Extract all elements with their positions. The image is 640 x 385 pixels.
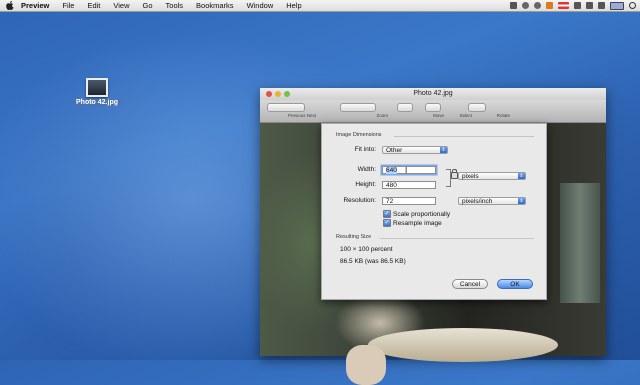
zoom-toolbar-button[interactable]: Zoom [338,103,388,118]
menu-bar: Preview File Edit View Go Tools Bookmark… [0,0,640,12]
move-toolbar-button[interactable]: Move [394,103,444,118]
width-field[interactable]: 640 [382,166,436,174]
previous-next-button[interactable]: Previous Next [266,103,316,118]
result-file-size: 86.5 KB (was 86.5 KB) [340,258,406,265]
toolbar-label-next: Next [306,113,316,118]
height-value: 480 [386,182,397,189]
menu-preview[interactable]: Preview [21,1,49,10]
popup-arrows-icon: ⇕ [518,198,525,204]
cancel-button[interactable]: Cancel [452,279,488,289]
divider [394,136,534,137]
bluetooth-icon[interactable] [574,2,581,9]
time-machine-icon[interactable] [522,2,529,9]
window-toolbar: Previous Next Zoom Move Select Rotate [260,100,606,123]
checkmark-icon: ✓ [383,210,391,218]
fit-into-value: Other [386,147,403,154]
menu-edit[interactable]: Edit [87,1,100,10]
window-title: Photo 42.jpg [413,90,453,97]
menu-file[interactable]: File [62,1,74,10]
fit-into-popup[interactable]: Other ⇕ [382,146,448,154]
volume-icon[interactable] [598,2,605,9]
resolution-value: 72 [386,198,394,205]
toolbar-label-rotate: Rotate [496,113,510,118]
app-status-icon[interactable] [546,2,553,9]
desktop-file-icon[interactable]: Photo 42.jpg [66,78,128,106]
size-unit-value: pixels [462,173,479,180]
menu-view[interactable]: View [113,1,129,10]
checkmark-icon: ✓ [383,219,391,227]
width-label: Width: [357,166,376,173]
photo-detail-hand [346,345,386,385]
scale-proportionally-label: Scale proportionally [393,210,451,218]
height-label: Height: [355,181,376,188]
spotlight-icon[interactable] [629,2,636,9]
menu-extras [510,1,636,10]
wifi-icon[interactable] [586,2,593,9]
scale-proportionally-checkbox[interactable]: ✓ Scale proportionally [383,210,450,218]
result-percent: 100 × 100 percent [340,246,393,253]
width-value: 640 [386,167,397,174]
menu-help[interactable]: Help [286,1,301,10]
resample-image-checkbox[interactable]: ✓ Resample image [383,219,442,227]
resolution-field[interactable]: 72 [382,197,436,205]
lock-icon[interactable] [451,169,458,179]
sync-icon[interactable] [534,2,541,9]
divider [380,238,534,239]
screen-icon[interactable] [510,2,517,9]
rotate-toolbar-button[interactable]: Rotate [460,103,510,118]
photo-detail-plate [368,328,558,362]
popup-arrows-icon: ⇕ [518,173,525,179]
resolution-label: Resolution: [343,197,376,204]
menu-bookmarks[interactable]: Bookmarks [196,1,234,10]
resolution-unit-popup[interactable]: pixels/inch ⇕ [458,197,526,205]
image-dimensions-title: Image Dimensions [336,132,382,138]
menu-window[interactable]: Window [247,1,274,10]
input-source-icon[interactable] [558,2,569,9]
height-field[interactable]: 480 [382,181,436,189]
toolbar-label-previous: Previous [287,113,306,118]
menu-tools[interactable]: Tools [166,1,184,10]
adjust-size-sheet: Image Dimensions Fit into: Other ⇕ Width… [321,123,547,300]
menu-go[interactable]: Go [143,1,153,10]
photo-detail-rail [560,183,600,303]
resulting-size-title: Resulting Size [336,234,372,240]
toolbar-label-zoom: Zoom [376,113,388,118]
image-file-icon [86,78,108,97]
text-cursor-icon: I [405,166,408,175]
popup-arrows-icon: ⇕ [440,147,447,153]
fit-into-label: Fit into: [354,146,376,153]
resolution-unit-value: pixels/inch [462,198,493,205]
resample-image-label: Resample image [393,219,442,227]
select-toolbar-button[interactable]: Select [422,103,472,118]
apple-menu-icon[interactable] [5,1,15,10]
battery-icon[interactable] [610,1,624,10]
size-unit-popup[interactable]: pixels ⇕ [458,172,526,180]
ok-button[interactable]: OK [497,279,533,289]
desktop-file-label: Photo 42.jpg [73,99,121,106]
